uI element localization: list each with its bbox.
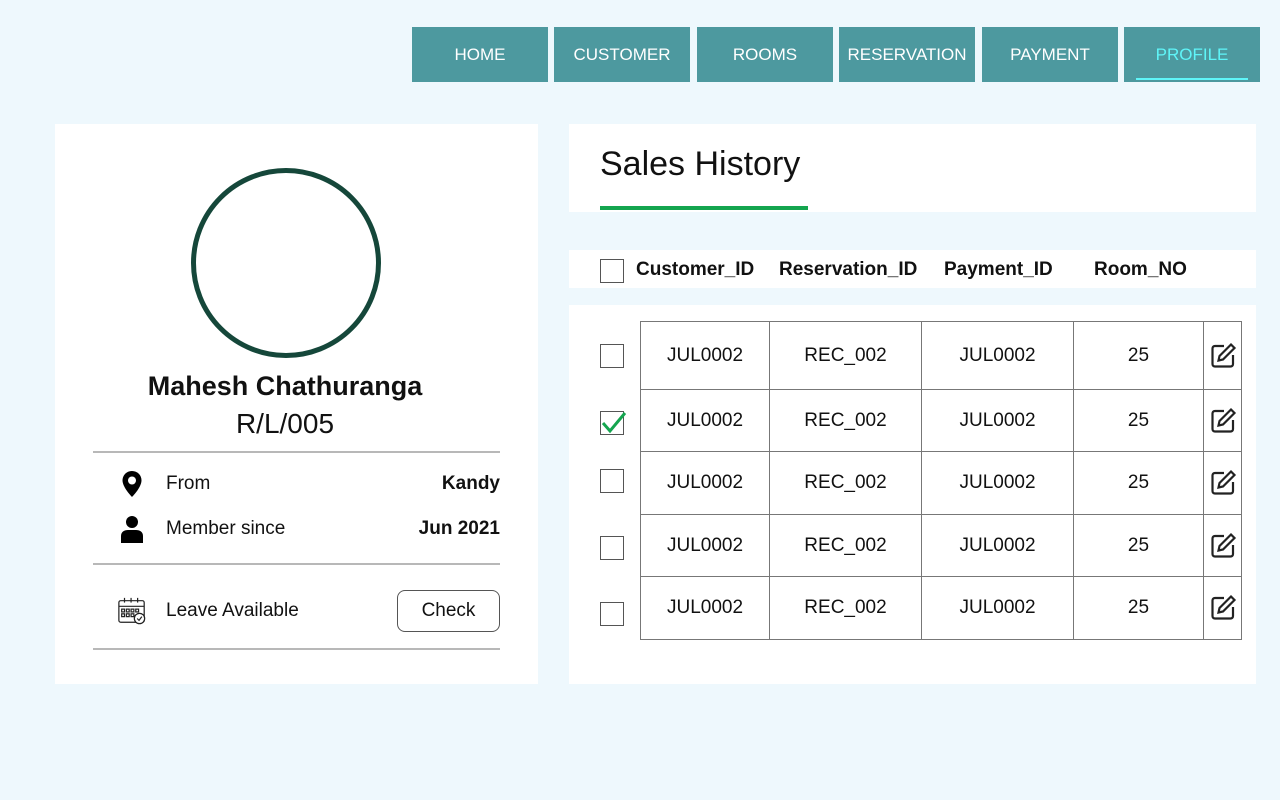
- table-row: JUL0002 REC_002 JUL0002 25: [641, 515, 1241, 577]
- edit-icon: [1210, 407, 1236, 433]
- nav-rooms[interactable]: ROOMS: [697, 27, 833, 82]
- cell-payment-id: JUL0002: [922, 577, 1074, 639]
- cell-reservation-id: REC_002: [770, 515, 922, 576]
- edit-button[interactable]: [1204, 390, 1241, 451]
- column-header-customer-id: Customer_ID: [636, 259, 755, 280]
- cell-room-no: 25: [1074, 452, 1204, 514]
- divider: [93, 648, 500, 650]
- sales-table: JUL0002 REC_002 JUL0002 25 JUL0002 REC_0…: [640, 321, 1242, 640]
- top-nav: HOME CUSTOMER ROOMS RESERVATION PAYMENT …: [412, 27, 1260, 82]
- cell-payment-id: JUL0002: [922, 452, 1074, 514]
- cell-reservation-id: REC_002: [770, 390, 922, 451]
- column-header-bar: Customer_ID Reservation_ID Payment_ID Ro…: [569, 250, 1256, 288]
- cell-reservation-id: REC_002: [770, 452, 922, 514]
- column-header-reservation-id: Reservation_ID: [779, 259, 918, 280]
- edit-icon: [1210, 469, 1236, 495]
- divider: [93, 563, 500, 565]
- cell-room-no: 25: [1074, 515, 1204, 576]
- row-checkbox[interactable]: [600, 411, 627, 435]
- from-row: From Kandy: [117, 469, 500, 499]
- check-button[interactable]: Check: [397, 590, 500, 632]
- nav-payment[interactable]: PAYMENT: [982, 27, 1118, 82]
- edit-button[interactable]: [1204, 322, 1241, 389]
- user-icon: [117, 515, 147, 543]
- profile-card: Mahesh Chathuranga R/L/005 From Kandy Me…: [55, 124, 538, 684]
- edit-icon: [1210, 532, 1236, 558]
- table-row: JUL0002 REC_002 JUL0002 25: [641, 322, 1241, 390]
- edit-button[interactable]: [1204, 577, 1241, 639]
- cell-room-no: 25: [1074, 322, 1204, 389]
- cell-payment-id: JUL0002: [922, 322, 1074, 389]
- title-underline: [600, 206, 808, 210]
- sales-table-card: JUL0002 REC_002 JUL0002 25 JUL0002 REC_0…: [569, 305, 1256, 684]
- table-row: JUL0002 REC_002 JUL0002 25: [641, 390, 1241, 452]
- member-value: Jun 2021: [418, 518, 500, 539]
- select-all-checkbox[interactable]: [600, 259, 624, 283]
- row-checkbox[interactable]: [600, 536, 624, 560]
- cell-customer-id: JUL0002: [641, 515, 770, 576]
- cell-customer-id: JUL0002: [641, 577, 770, 639]
- column-header-payment-id: Payment_ID: [944, 259, 1053, 280]
- column-header-room-no: Room_NO: [1094, 259, 1187, 280]
- cell-payment-id: JUL0002: [922, 515, 1074, 576]
- checkmark-icon: [601, 412, 627, 434]
- cell-customer-id: JUL0002: [641, 452, 770, 514]
- cell-reservation-id: REC_002: [770, 577, 922, 639]
- table-row: JUL0002 REC_002 JUL0002 25: [641, 577, 1241, 639]
- cell-room-no: 25: [1074, 390, 1204, 451]
- avatar: [191, 168, 381, 358]
- row-checkbox[interactable]: [600, 344, 624, 368]
- map-pin-icon: [117, 470, 147, 498]
- edit-icon: [1210, 594, 1236, 620]
- divider: [93, 451, 500, 453]
- cell-room-no: 25: [1074, 577, 1204, 639]
- member-label: Member since: [166, 518, 286, 539]
- profile-name: Mahesh Chathuranga: [147, 371, 423, 401]
- nav-home[interactable]: HOME: [412, 27, 548, 82]
- cell-payment-id: JUL0002: [922, 390, 1074, 451]
- edit-button[interactable]: [1204, 452, 1241, 514]
- from-value: Kandy: [441, 473, 500, 494]
- nav-profile[interactable]: PROFILE: [1124, 27, 1260, 82]
- cell-customer-id: JUL0002: [641, 390, 770, 451]
- profile-id: R/L/005: [235, 408, 335, 439]
- nav-customer[interactable]: CUSTOMER: [554, 27, 690, 82]
- edit-icon: [1210, 342, 1236, 368]
- table-row: JUL0002 REC_002 JUL0002 25: [641, 452, 1241, 515]
- sales-history-title: Sales History: [600, 145, 801, 183]
- nav-reservation[interactable]: RESERVATION: [839, 27, 975, 82]
- edit-button[interactable]: [1204, 515, 1241, 576]
- calendar-check-icon: [117, 595, 147, 627]
- member-row: Member since Jun 2021: [117, 514, 500, 544]
- from-label: From: [166, 473, 211, 494]
- row-checkbox[interactable]: [600, 602, 624, 626]
- sales-history-header: Sales History: [569, 124, 1256, 212]
- cell-reservation-id: REC_002: [770, 322, 922, 389]
- cell-customer-id: JUL0002: [641, 322, 770, 389]
- row-checkbox[interactable]: [600, 469, 624, 493]
